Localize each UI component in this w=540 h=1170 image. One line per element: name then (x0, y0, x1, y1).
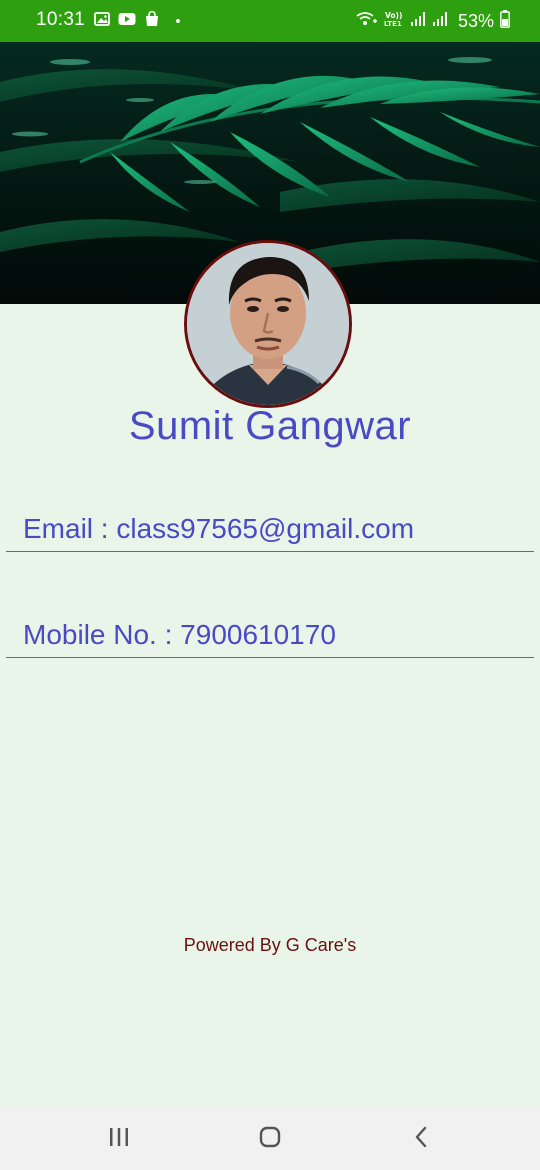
status-left-icons (94, 10, 180, 32)
shopping-bag-icon (144, 10, 160, 32)
volte-icon: Vo)) LTE1 (384, 10, 404, 33)
mobile-field: Mobile No. : 7900610170 (6, 611, 534, 658)
status-time: 10:31 (36, 9, 86, 30)
navigation-bar (0, 1108, 540, 1170)
youtube-icon (118, 12, 136, 31)
recents-icon (107, 1126, 131, 1153)
signal-icon-2 (432, 11, 448, 32)
powered-by-text: Powered By G Care's (183, 935, 357, 955)
svg-text:Vo)): Vo)) (385, 11, 402, 20)
signal-icon (410, 11, 426, 32)
status-bar: 10:31 Vo)) LTE1 53% (0, 0, 540, 42)
profile-name: Sumit Gangwar (128, 404, 412, 448)
notification-dot (176, 19, 180, 23)
back-button[interactable] (406, 1124, 436, 1154)
avatar (184, 240, 352, 408)
recents-button[interactable] (104, 1124, 134, 1154)
battery-percent: 53% (457, 10, 494, 31)
battery-icon (500, 9, 510, 33)
status-right-icons: Vo)) LTE1 53% (356, 8, 510, 34)
back-icon (411, 1125, 431, 1154)
home-button[interactable] (255, 1124, 285, 1154)
mobile-text: Mobile No. : 7900610170 (23, 619, 336, 650)
svg-text:LTE1: LTE1 (384, 20, 402, 28)
home-icon (258, 1125, 282, 1154)
wifi-calling-icon (356, 11, 378, 32)
email-field: Email : class97565@gmail.com (6, 505, 534, 552)
email-text: Email : class97565@gmail.com (23, 513, 415, 544)
gallery-icon (94, 11, 110, 31)
